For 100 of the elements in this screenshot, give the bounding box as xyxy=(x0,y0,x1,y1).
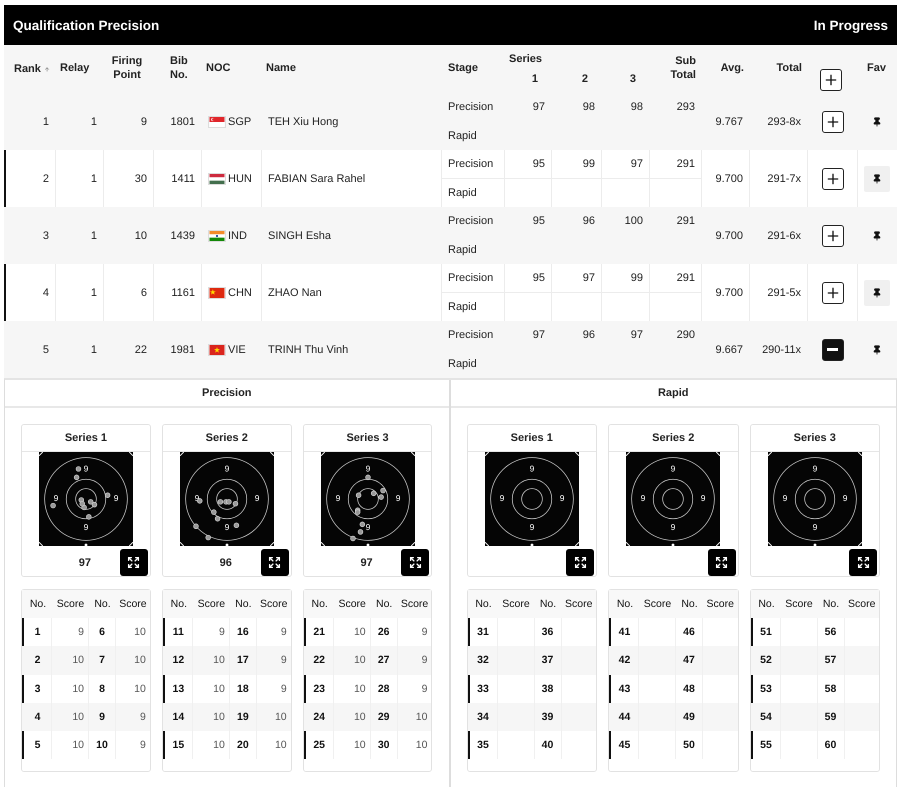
table-cell-text: SINGH Esha xyxy=(267,228,332,244)
table-cell-text: 1 xyxy=(90,114,98,130)
shot-score: 9 xyxy=(280,653,288,668)
country-code: HUN xyxy=(228,172,252,184)
expand-button[interactable] xyxy=(822,282,844,304)
expand-target-button[interactable] xyxy=(120,549,148,576)
series-score: 97 xyxy=(360,556,373,568)
shot-score: 10 xyxy=(274,738,288,754)
expand-button[interactable] xyxy=(822,168,844,190)
column-header: Score xyxy=(118,597,148,612)
pin-button[interactable] xyxy=(864,280,890,306)
column-header: Series xyxy=(508,52,544,67)
expand-all-button[interactable] xyxy=(820,69,842,91)
table-row[interactable]: 3 1 10 1439 IND SINGH Esha Precision 95 96 100 291 Rapid 9.700 291-6x xyxy=(4,207,897,264)
shot-score: 10 xyxy=(414,710,428,726)
column-header: No. xyxy=(93,597,112,612)
column-header: Score xyxy=(259,597,288,612)
flag-icon xyxy=(208,116,226,128)
table-cell-text: 1 xyxy=(90,342,98,358)
expand-target-button[interactable] xyxy=(708,549,736,576)
country-code: IND xyxy=(228,230,247,242)
shot-number: 20 xyxy=(230,731,257,760)
table-cell-text: Precision xyxy=(447,100,494,116)
shot-score: 9 xyxy=(420,625,428,640)
table-cell-text: 1439 xyxy=(170,228,196,244)
column-header: Score xyxy=(501,597,531,612)
table-cell-text: 5 xyxy=(42,342,50,358)
flag-icon xyxy=(208,172,226,184)
shot-score: 10 xyxy=(192,731,230,760)
expand-target-button[interactable] xyxy=(260,549,289,576)
series-score: 97 xyxy=(78,556,92,568)
table-cell-text: 293 xyxy=(676,100,696,116)
shot-score: 10 xyxy=(133,625,147,640)
column-header: Score xyxy=(706,597,735,612)
column-header: Bib No. xyxy=(169,54,189,83)
shooting-target: 9 9 9 9 xyxy=(38,452,133,546)
column-header: No. xyxy=(28,597,48,612)
table-cell-text: Rapid xyxy=(447,128,478,144)
expand-target-button[interactable] xyxy=(566,549,594,576)
stage-title: Precision xyxy=(5,380,448,408)
shooting-target: 9 9 9 9 xyxy=(626,452,720,546)
plus-icon xyxy=(824,228,840,244)
table-row[interactable]: 1 1 9 1801 SGP TEH Xiu Hong Precision 97 98 98 293 Rapid 9.767 293-8x xyxy=(4,93,897,150)
table-cell: 99 xyxy=(602,264,650,292)
table-cell-text: 3 xyxy=(42,228,50,244)
shot-score: 9 xyxy=(280,625,288,640)
pin-icon xyxy=(872,344,882,354)
shot-score: 9 xyxy=(138,710,147,726)
table-cell-text: 1801 xyxy=(170,114,196,130)
shot-number: 60 xyxy=(818,731,844,760)
column-header: Firing Point xyxy=(110,54,144,83)
table-cell: 99 xyxy=(552,150,602,178)
column-header: Score xyxy=(642,597,672,612)
table-cell-text: 290-11x xyxy=(761,342,802,358)
shot-score: 9 xyxy=(280,682,288,697)
column-header: No. xyxy=(474,597,493,612)
expand-target-button[interactable] xyxy=(401,549,430,576)
expand-button[interactable] xyxy=(822,224,844,246)
table-cell-text: 98 xyxy=(582,100,596,116)
column-header: Score xyxy=(56,597,86,612)
expand-target-button[interactable] xyxy=(849,549,877,576)
table-cell-text: TRINH Thu Vinh xyxy=(267,342,350,358)
column-header: No. xyxy=(310,597,329,612)
shot-score: 9 xyxy=(420,682,428,697)
shot-number: 15 xyxy=(164,731,193,760)
shot-number: 10 xyxy=(89,731,116,760)
shot-number: 35 xyxy=(470,731,498,760)
plus-icon xyxy=(824,284,840,300)
plus-icon xyxy=(824,170,840,186)
table-cell-text: 97 xyxy=(630,328,644,344)
shot-score: 10 xyxy=(334,731,371,760)
pin-icon xyxy=(872,174,882,184)
column-header: Relay xyxy=(59,61,90,76)
plus-icon xyxy=(824,114,840,130)
column-header: No. xyxy=(170,597,188,612)
column-header: Score xyxy=(400,597,430,612)
shot-number: 55 xyxy=(752,731,780,760)
table-cell-text: 96 xyxy=(582,214,596,230)
shot-number: 40 xyxy=(534,731,562,760)
table-cell-text: 9.767 xyxy=(714,114,744,130)
flag-icon xyxy=(208,230,226,242)
shot-score: 10 xyxy=(52,731,89,760)
flag-icon xyxy=(208,344,226,356)
column-header: No. xyxy=(234,597,252,612)
column-header: Total xyxy=(776,61,803,76)
collapse-button[interactable] xyxy=(822,338,844,360)
shot-number: 45 xyxy=(611,731,639,760)
table-cell-text: Rapid xyxy=(447,242,478,258)
table-cell-text: 98 xyxy=(630,100,644,116)
table-cell-text: 9.667 xyxy=(714,342,744,358)
column-header[interactable]: Rank xyxy=(14,63,41,75)
column-header: Score xyxy=(564,597,594,612)
table-cell-text: 9 xyxy=(140,114,148,130)
shot-score: 9 xyxy=(138,738,147,754)
pin-button[interactable] xyxy=(864,166,890,192)
expand-button[interactable] xyxy=(822,110,844,132)
shooting-target: 9 9 9 9 xyxy=(768,452,862,546)
stage-title: Rapid xyxy=(450,380,896,408)
table-cell-text: 100 xyxy=(624,214,644,230)
table-row[interactable]: 5 1 22 1981 VIE TRINH Thu Vinh Precision 97 96 97 290 Rapid 9.667 290-11x xyxy=(4,321,897,378)
